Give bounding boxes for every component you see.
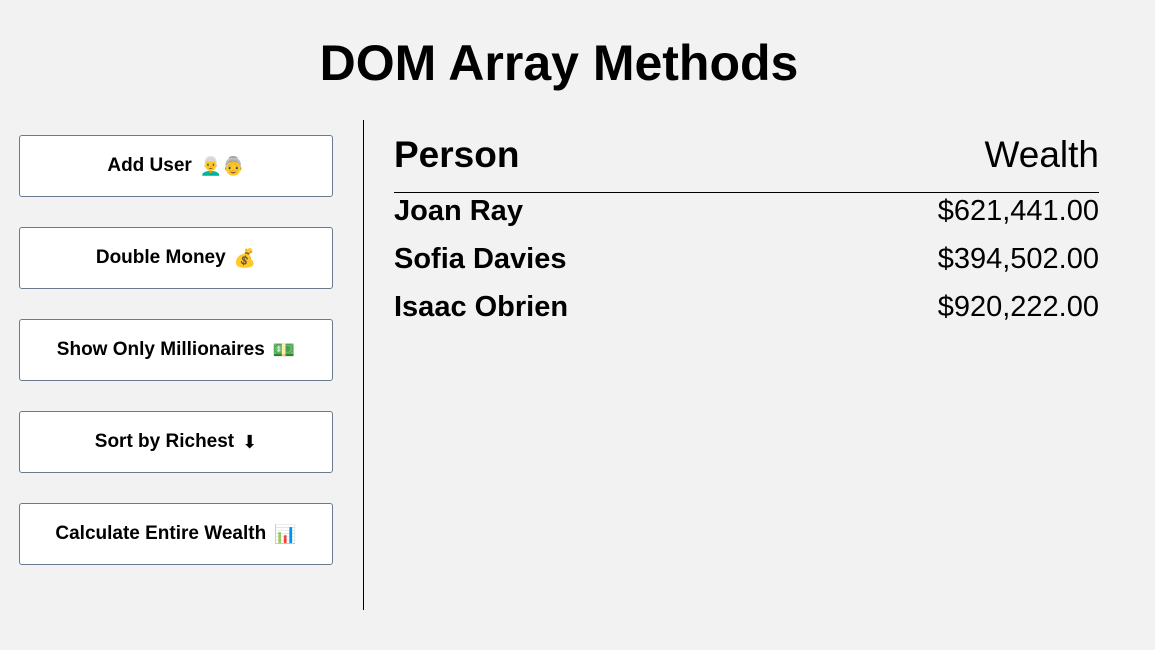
vertical-divider <box>363 120 364 610</box>
calculate-wealth-label: Calculate Entire Wealth <box>55 523 267 544</box>
sort-richest-button[interactable]: Sort by Richest ⬇ <box>19 411 333 473</box>
wealth-table: Person Wealth Joan Ray $621,441.00 Sofia… <box>394 134 1100 331</box>
person-wealth: $621,441.00 <box>937 194 1099 227</box>
calculate-wealth-button[interactable]: Calculate Entire Wealth 📊 <box>19 503 333 565</box>
person-wealth: $920,222.00 <box>937 290 1099 323</box>
person-list: Joan Ray $621,441.00 Sofia Davies $394,5… <box>394 187 1099 331</box>
person-row: Joan Ray $621,441.00 <box>394 187 1099 235</box>
table-header: Person Wealth <box>394 134 1100 193</box>
banknote-icon: 💵 <box>272 339 296 361</box>
wealth-column-header: Wealth <box>984 134 1100 175</box>
sort-richest-label: Sort by Richest <box>94 431 235 452</box>
person-name: Joan Ray <box>394 194 523 227</box>
show-millionaires-button[interactable]: Show Only Millionaires 💵 <box>19 319 333 381</box>
person-name: Isaac Obrien <box>394 290 569 323</box>
add-user-button[interactable]: Add User 👨‍🦳👵 <box>19 135 333 197</box>
down-arrow-icon: ⬇ <box>242 431 258 453</box>
person-column-header: Person <box>394 134 520 175</box>
double-money-button[interactable]: Double Money 💰 <box>19 227 333 289</box>
action-sidebar: Add User 👨‍🦳👵 Double Money 💰 Show Only M… <box>19 135 333 595</box>
people-icon: 👨‍🦳👵 <box>199 155 245 177</box>
person-row: Sofia Davies $394,502.00 <box>394 235 1099 283</box>
person-name: Sofia Davies <box>394 242 567 275</box>
person-row: Isaac Obrien $920,222.00 <box>394 283 1099 331</box>
person-wealth: $394,502.00 <box>937 242 1099 275</box>
double-money-label: Double Money <box>95 247 226 268</box>
show-millionaires-label: Show Only Millionaires <box>56 339 265 360</box>
bar-chart-icon: 📊 <box>274 523 297 545</box>
money-bag-icon: 💰 <box>233 247 257 269</box>
add-user-label: Add User <box>107 155 192 176</box>
page-title: DOM Array Methods <box>319 35 799 91</box>
